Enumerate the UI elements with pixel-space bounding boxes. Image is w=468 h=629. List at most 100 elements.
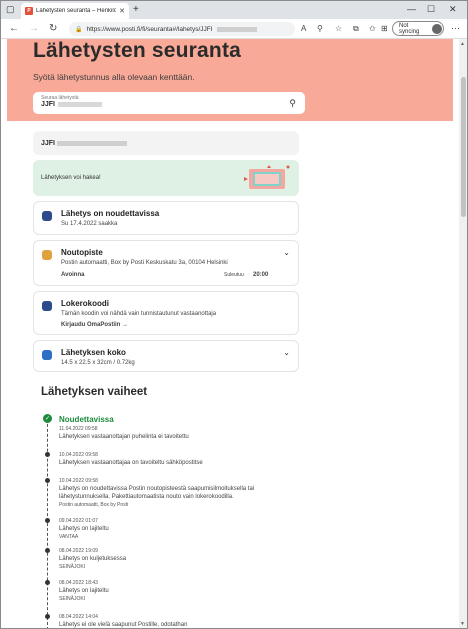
event-description: lähetystunnuksella. Pakettiautomaatista … <box>59 494 234 500</box>
pickup-point-icon <box>42 250 52 260</box>
event-date: 11.04.2022 09:58 <box>59 426 98 432</box>
browser-window: ▢ P Lähetysten seuranta – Henkilöi ✕ + —… <box>0 0 468 629</box>
event-location: SEINÄJOKI <box>59 564 86 570</box>
open-status: Avoinna <box>61 272 85 278</box>
page-subtitle: Syötä lähetystunnus alla olevaan kenttää… <box>33 72 195 82</box>
timeline-dot <box>45 580 50 585</box>
posti-favicon-icon: P <box>25 7 33 15</box>
pickup-address: Postin automaatti, Box by Posti Keskuska… <box>61 260 228 266</box>
close-tab-icon[interactable]: ✕ <box>119 7 125 15</box>
event-date: 10.04.2022 09:58 <box>59 478 98 484</box>
sync-button[interactable]: Not syncing <box>392 21 444 36</box>
login-link-label: Kirjaudu OmaPostiin <box>61 322 121 328</box>
success-banner: Lähetyksen voi hakea! <box>33 160 299 196</box>
timeline-event: 08.04.2022 18:43 Lähetys on lajiteltu SEIN… <box>59 579 109 603</box>
new-tab-icon[interactable]: + <box>133 4 139 16</box>
status-subtitle: Su 17.4.2022 saakka <box>61 221 118 227</box>
minimize-icon[interactable]: — <box>407 2 416 16</box>
event-status: Noudettavissa <box>59 415 114 424</box>
timeline-event: 08.04.2022 19:09 Lähetys on kuljetuksessa… <box>59 547 126 571</box>
tracking-id-card: JJFI <box>33 131 299 155</box>
back-icon[interactable]: ← <box>9 23 19 35</box>
tab-title: Lähetysten seuranta – Henkilöi <box>36 8 117 14</box>
locker-subtitle: Tämän koodin voi nähdä vain tunnistautun… <box>61 311 217 317</box>
event-date: 08.04.2022 18:43 <box>59 580 98 586</box>
pickup-title: Noutopiste <box>61 248 103 257</box>
forward-icon[interactable]: → <box>29 23 39 35</box>
event-date: 09.04.2022 01:07 <box>59 518 98 524</box>
page-content: Lähetysten seuranta Syötä lähetystunnus … <box>1 39 459 628</box>
closes-time: 20:00 <box>253 272 269 278</box>
event-description: Lähetys on lajiteltu <box>59 526 109 532</box>
address-bar[interactable]: 🔒 https://www.posti.fi/fi/seuranta#/lahe… <box>69 22 295 36</box>
event-description: Lähetyksen vastaanottajaa on tavoiteltu … <box>59 460 203 466</box>
timeline-dot <box>45 478 50 483</box>
url-text: https://www.posti.fi/fi/seuranta#/lahety… <box>86 25 213 33</box>
chevron-down-icon[interactable]: ⌄ <box>283 348 290 357</box>
chevron-down-icon[interactable]: ⌄ <box>283 248 290 257</box>
timeline-dot <box>45 548 50 553</box>
maximize-icon[interactable]: ☐ <box>427 2 435 16</box>
arrow-right-icon: → <box>122 322 129 328</box>
hero-banner: Lähetysten seuranta Syötä lähetystunnus … <box>7 39 453 121</box>
event-location: Postin automaatti, Box by Posti <box>59 502 129 508</box>
redacted-tracking-id <box>57 140 128 146</box>
timeline-event: 10.04.2022 09:58 Lähetys on noudettavissa… <box>59 477 254 509</box>
avatar <box>432 23 442 34</box>
event-date: 08.04.2022 14:04 <box>59 614 98 620</box>
browser-toolbar: ← → ↻ 🔒 https://www.posti.fi/fi/seuranta… <box>1 19 467 39</box>
redacted-url <box>216 26 257 32</box>
clock-icon <box>42 211 52 221</box>
event-date: 08.04.2022 19:09 <box>59 548 98 554</box>
tab-actions-icon[interactable]: ▢ <box>6 2 15 16</box>
collections-icon[interactable]: ⊞ <box>381 24 388 34</box>
locker-code-card: Lokerokoodi Tämän koodin voi nähdä vain … <box>33 291 299 335</box>
event-description: Lähetys on lajiteltu <box>59 588 109 594</box>
redacted-id <box>58 102 103 107</box>
timeline-dot <box>45 518 50 523</box>
event-date: 10.04.2022 09:58 <box>59 452 98 458</box>
timeline-event: 10.04.2022 09:58 Lähetyksen vastaanottaja… <box>59 451 203 467</box>
more-menu-icon[interactable]: ⋯ <box>451 23 460 34</box>
tracking-search-input[interactable]: Seuraa lähetystä JJFI ⚲ <box>33 92 305 114</box>
sync-label: Not syncing <box>399 22 420 35</box>
status-card: Lähetys on noudettavissa Su 17.4.2022 sa… <box>33 201 299 235</box>
pickup-point-card[interactable]: Noutopiste Postin automaatti, Box by Pos… <box>33 240 299 286</box>
login-link[interactable]: Kirjaudu OmaPostiin → <box>61 322 128 328</box>
event-location: SEINÄJOKI <box>59 596 86 602</box>
timeline-event: 09.04.2022 01:07 Lähetys on lajiteltu VANT… <box>59 517 109 541</box>
check-icon: ✓ <box>43 414 52 423</box>
favorites-list-icon[interactable]: ✩ <box>369 24 376 34</box>
extensions-icon[interactable]: ⧉ <box>353 24 359 34</box>
success-text: Lähetyksen voi hakea! <box>41 175 101 181</box>
size-title: Lähetyksen koko <box>61 348 126 357</box>
timeline-dot <box>45 614 50 619</box>
parcel-illustration <box>244 165 290 189</box>
refresh-icon[interactable]: ↻ <box>49 23 57 35</box>
event-location: VANTAA <box>59 534 79 540</box>
locker-title: Lokerokoodi <box>61 299 110 308</box>
browser-tab[interactable]: P Lähetysten seuranta – Henkilöi ✕ <box>21 3 129 19</box>
scroll-down-icon[interactable]: ▼ <box>460 621 465 627</box>
scroll-up-icon[interactable]: ▲ <box>460 41 465 47</box>
timeline-event: 08.04.2022 14:04 Lähetys ei ole vielä saa… <box>59 613 188 628</box>
locker-icon <box>42 301 52 311</box>
search-icon[interactable]: ⚲ <box>289 98 296 109</box>
event-description: Lähetys ei ole vielä saapunut Postille, … <box>59 622 188 628</box>
event-description: Lähetys on noudettavissa Postin noutopis… <box>59 486 255 492</box>
scrollbar-thumb[interactable] <box>461 77 466 217</box>
closes-label: Suleutuu <box>224 272 244 278</box>
timeline-heading: Lähetyksen vaiheet <box>41 386 148 398</box>
tracking-id: JJFI <box>41 139 56 147</box>
tab-bar: ▢ P Lähetysten seuranta – Henkilöi ✕ + —… <box>1 1 467 19</box>
package-icon <box>42 350 52 360</box>
close-window-icon[interactable]: ✕ <box>449 2 457 16</box>
event-description: Lähetys on kuljetuksessa <box>59 556 127 562</box>
favorite-icon[interactable]: ☆ <box>335 24 342 34</box>
size-card[interactable]: Lähetyksen koko 14.5 x 22.5 x 32cm / 0.7… <box>33 340 299 372</box>
read-aloud-icon[interactable]: A <box>301 24 306 34</box>
page-title: Lähetysten seuranta <box>33 39 242 62</box>
zoom-icon[interactable]: ⚲ <box>317 24 323 34</box>
lock-icon: 🔒 <box>75 26 83 33</box>
status-title: Lähetys on noudettavissa <box>61 209 160 218</box>
